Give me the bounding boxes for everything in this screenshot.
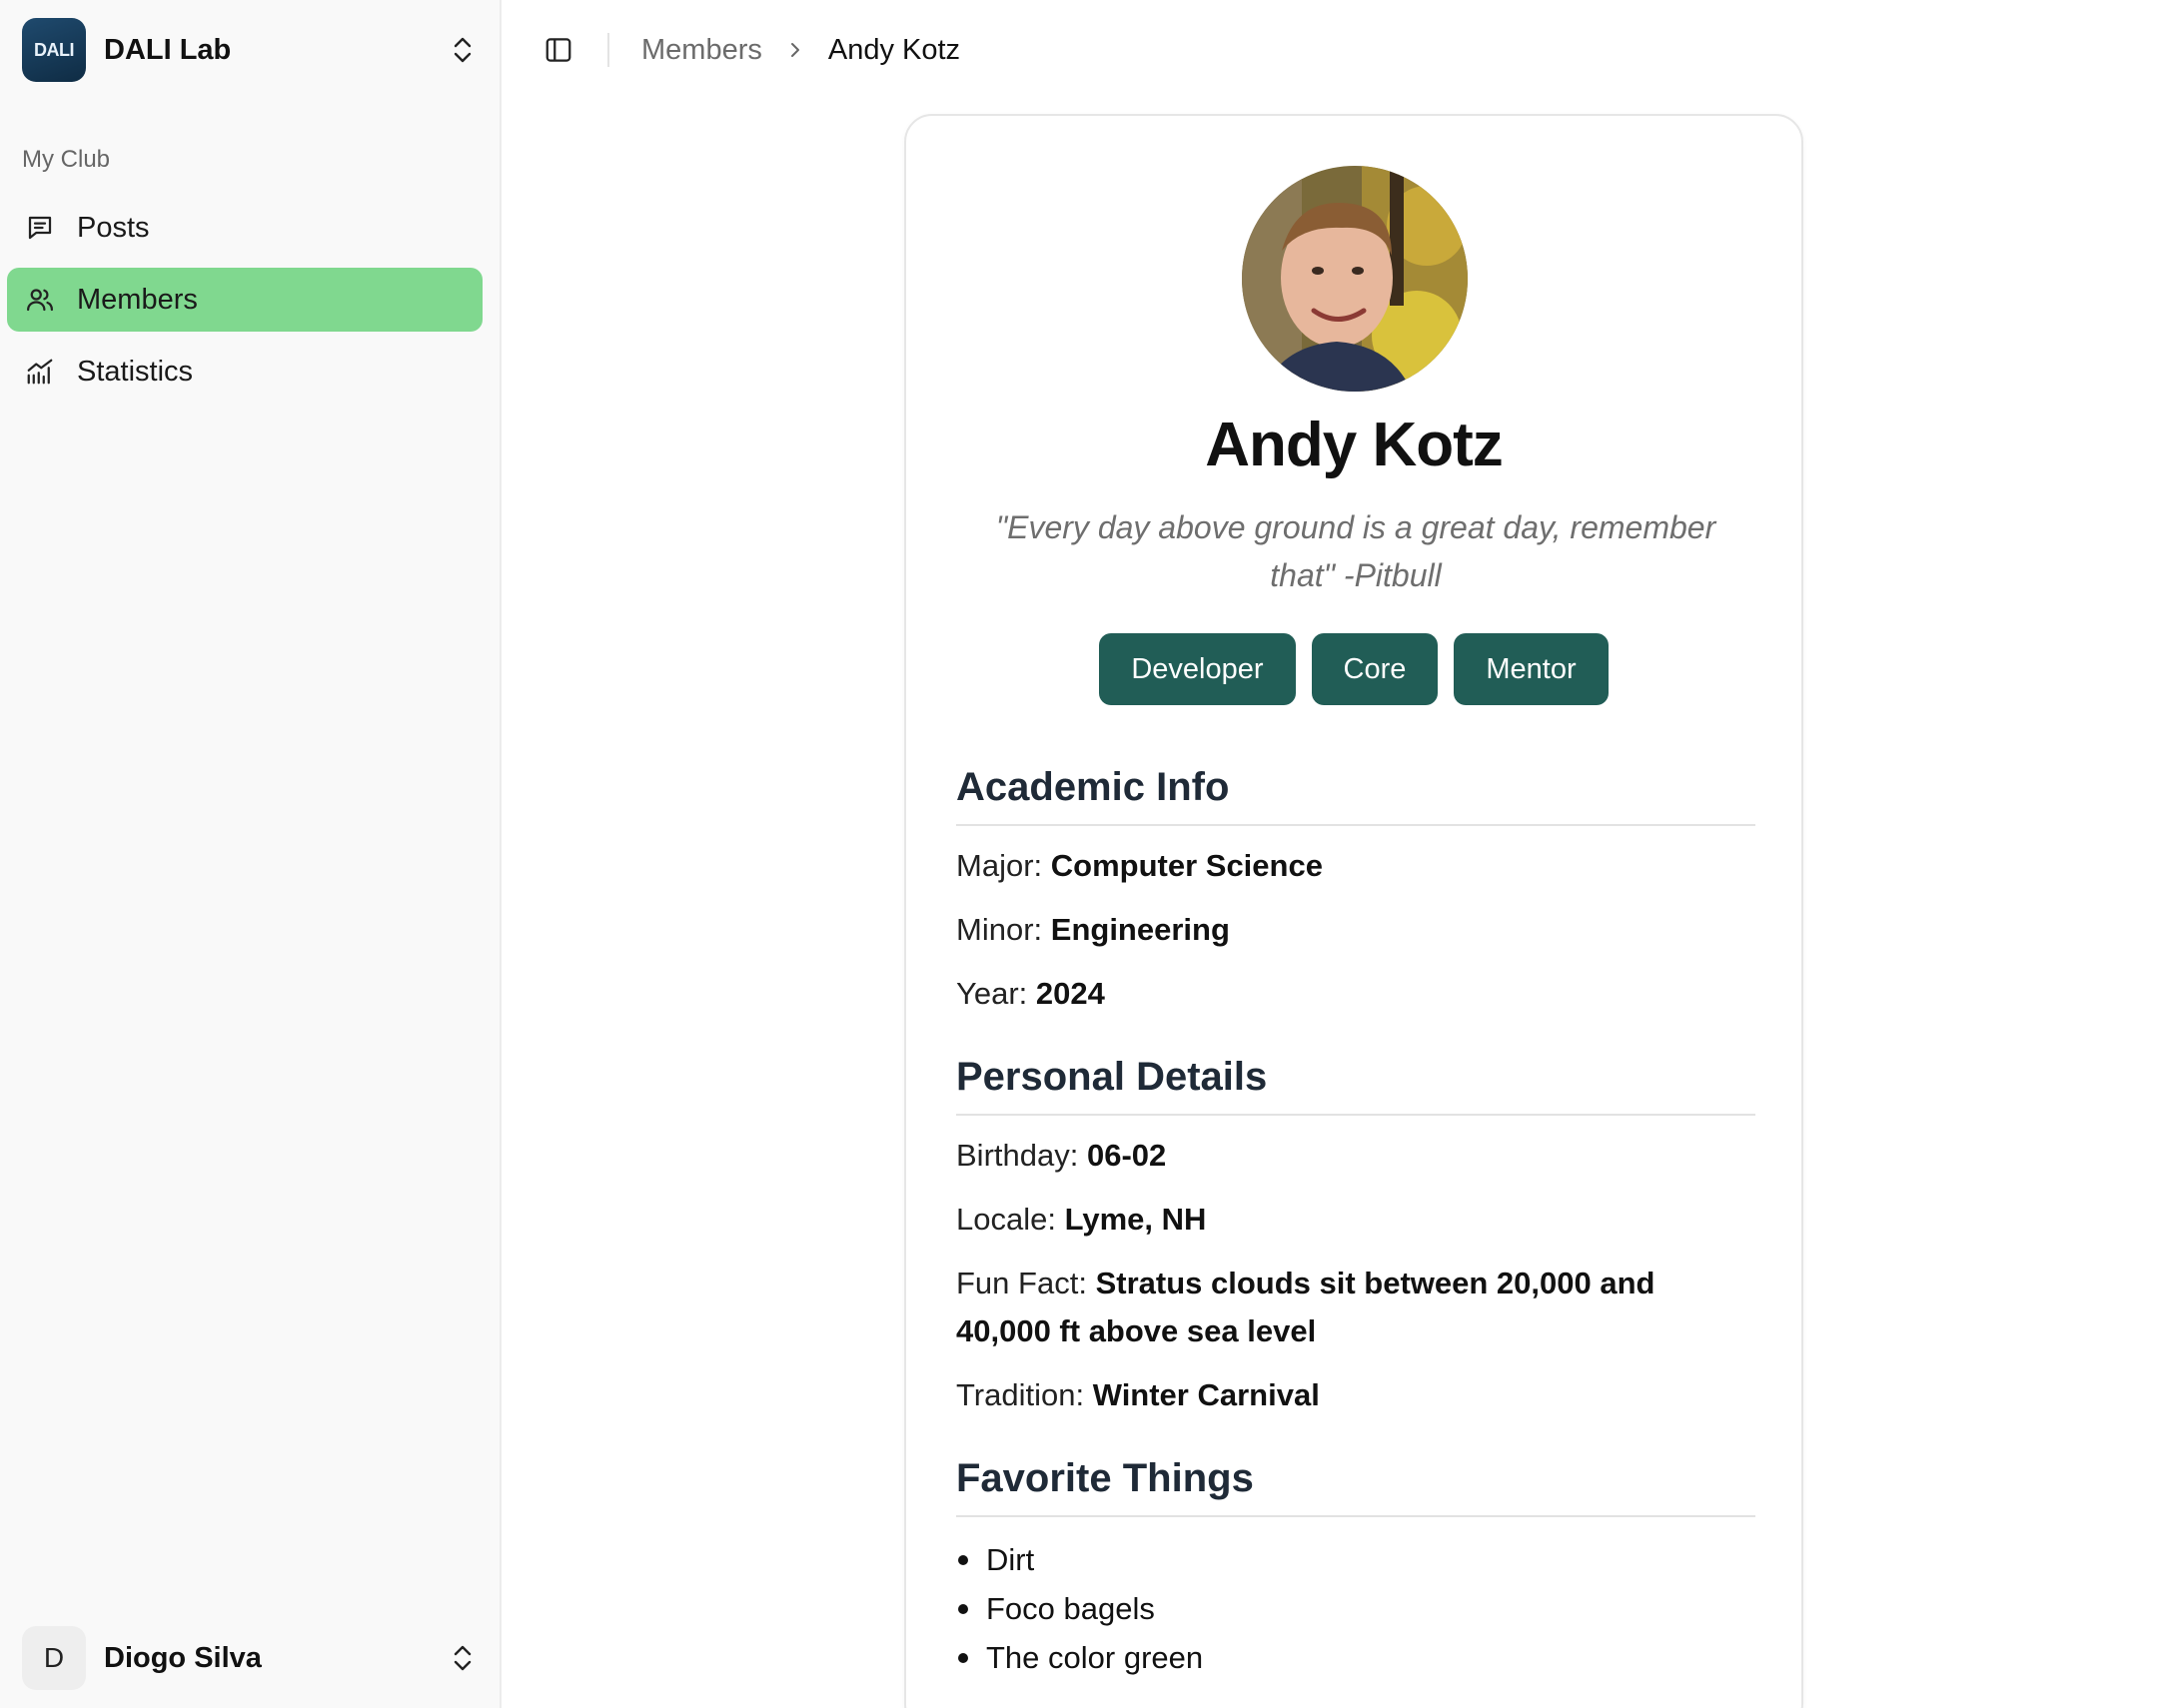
- sidebar-item-label: Statistics: [77, 355, 194, 388]
- message-square-icon: [23, 211, 57, 245]
- club-name: DALI Lab: [104, 33, 232, 66]
- personal-details-section: Personal Details Birthday: 06-02 Locale:…: [956, 1055, 1755, 1419]
- role-tags: Developer Core Mentor: [906, 633, 1801, 705]
- sidebar-nav: Posts Members Statistics: [7, 196, 483, 412]
- chevron-right-icon: [788, 39, 802, 61]
- year-label: Year:: [956, 976, 1028, 1011]
- minor-label: Minor:: [956, 912, 1043, 947]
- birthday-value: 06-02: [1086, 1138, 1167, 1173]
- top-bar: Members Andy Kotz: [540, 22, 960, 78]
- user-switcher[interactable]: D Diogo Silva: [22, 1626, 478, 1690]
- avatar: D: [22, 1626, 86, 1690]
- section-heading: Personal Details: [956, 1055, 1755, 1116]
- major-label: Major:: [956, 848, 1043, 883]
- tradition-label: Tradition:: [956, 1377, 1085, 1412]
- sidebar: DALI DALI Lab My Club Posts Members Stat…: [0, 0, 502, 1708]
- minor-value: Engineering: [1050, 912, 1230, 947]
- academic-info-section: Academic Info Major: Computer Science Mi…: [956, 765, 1755, 1018]
- sidebar-item-label: Posts: [77, 211, 150, 244]
- breadcrumb-members[interactable]: Members: [641, 34, 762, 67]
- list-item: The color green: [956, 1633, 1755, 1682]
- profile-card: Andy Kotz "Every day above ground is a g…: [904, 114, 1803, 1708]
- major-value: Computer Science: [1050, 848, 1323, 883]
- sidebar-item-statistics[interactable]: Statistics: [7, 340, 483, 404]
- member-name: Andy Kotz: [1205, 411, 1504, 479]
- locale-value: Lyme, NH: [1064, 1202, 1207, 1237]
- main-content: Members Andy Kotz Andy Kotz "Every day a…: [502, 0, 2182, 1708]
- sidebar-item-posts[interactable]: Posts: [7, 196, 483, 260]
- sidebar-item-members[interactable]: Members: [7, 268, 483, 332]
- tag-developer[interactable]: Developer: [1099, 633, 1296, 705]
- birthday-label: Birthday:: [956, 1138, 1079, 1173]
- tag-mentor[interactable]: Mentor: [1454, 633, 1609, 705]
- year-value: 2024: [1035, 976, 1105, 1011]
- sidebar-group-label: My Club: [22, 146, 111, 173]
- users-icon: [23, 283, 57, 317]
- list-item: Dirt: [956, 1535, 1755, 1584]
- favorite-things-section: Favorite Things Dirt Foco bagels The col…: [956, 1456, 1755, 1682]
- breadcrumb-current: Andy Kotz: [827, 33, 961, 66]
- dali-logo: DALI: [22, 18, 86, 82]
- section-heading: Favorite Things: [956, 1456, 1755, 1517]
- section-heading: Academic Info: [956, 765, 1755, 826]
- user-name: Diogo Silva: [104, 1641, 262, 1674]
- chevrons-up-down-icon[interactable]: [448, 30, 478, 70]
- chevrons-up-down-icon[interactable]: [448, 1638, 478, 1678]
- fun-fact-label: Fun Fact:: [956, 1266, 1087, 1300]
- club-switcher[interactable]: DALI DALI Lab: [22, 18, 478, 82]
- tradition-value: Winter Carnival: [1092, 1377, 1320, 1412]
- locale-label: Locale:: [956, 1202, 1056, 1237]
- profile-photo: [1242, 166, 1468, 392]
- tag-core[interactable]: Core: [1311, 633, 1439, 705]
- divider: [607, 33, 609, 67]
- member-quote: "Every day above ground is a great day, …: [995, 509, 1716, 593]
- bar-chart-icon: [23, 355, 57, 389]
- list-item: Foco bagels: [956, 1584, 1755, 1633]
- sidebar-toggle-icon[interactable]: [540, 31, 577, 69]
- sidebar-item-label: Members: [77, 283, 198, 316]
- favorites-list: Dirt Foco bagels The color green: [956, 1535, 1755, 1682]
